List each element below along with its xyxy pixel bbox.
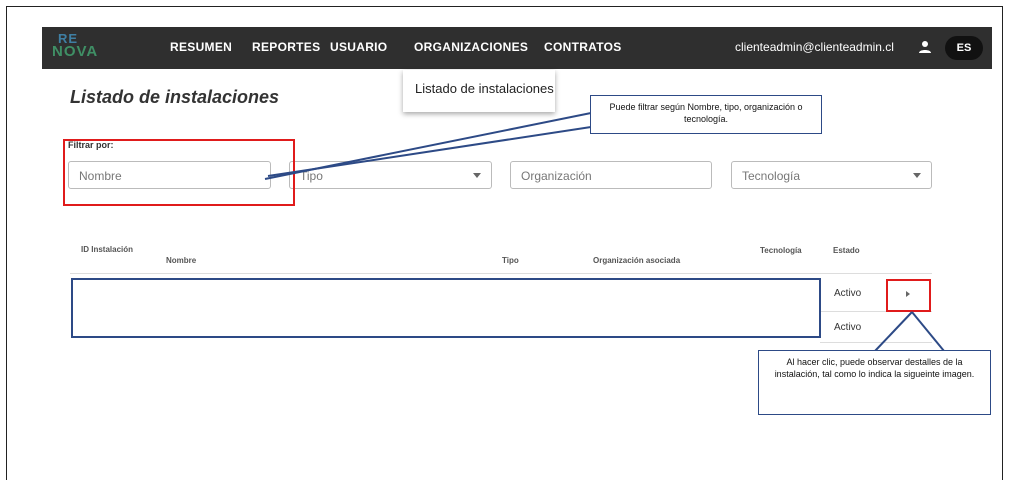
detail-callout: Al hacer clic, puede observar destalles … bbox=[758, 350, 991, 415]
filter-callout: Puede filtrar según Nombre, tipo, organi… bbox=[590, 95, 822, 134]
